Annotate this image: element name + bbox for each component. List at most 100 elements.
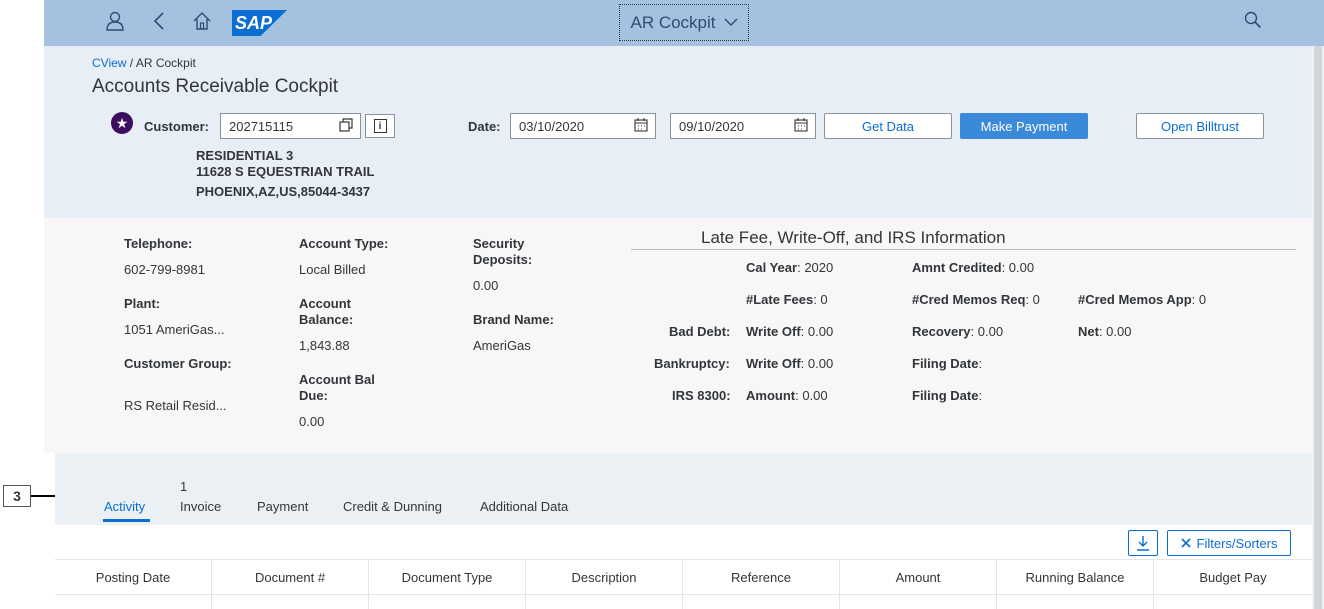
account-bal-due-label: Account Bal Due:: [299, 372, 375, 403]
table-header: Posting Date Document # Document Type De…: [55, 559, 1312, 595]
date-from-picker[interactable]: 03/10/2020: [510, 113, 656, 139]
late-fees-field: #Late Fees: 0: [746, 292, 828, 307]
bankruptcy-write-off-field: Write Off: 0.00: [746, 356, 833, 371]
download-button[interactable]: [1128, 530, 1158, 556]
bad-debt-label: Bad Debt:: [669, 324, 731, 339]
search-icon[interactable]: [1244, 11, 1262, 34]
amnt-credited-field: Amnt Credited: 0.00: [912, 260, 1034, 275]
calendar-icon[interactable]: [794, 118, 808, 135]
net-label: Net: [1078, 324, 1099, 339]
customer-group-label: Customer Group:: [124, 356, 232, 371]
tab-credit-dunning[interactable]: Credit & Dunning: [343, 499, 442, 514]
date-to-value: 09/10/2020: [679, 118, 745, 134]
active-tab-indicator: [103, 519, 150, 522]
column-header-document-type[interactable]: Document Type: [369, 560, 526, 594]
irs-amount-value: : 0.00: [795, 388, 828, 403]
breadcrumb: CView / AR Cockpit: [92, 56, 196, 70]
column-header-amount[interactable]: Amount: [840, 560, 997, 594]
security-deposits-label: Security Deposits:: [473, 236, 533, 267]
cred-memos-app-label: #Cred Memos App: [1078, 292, 1192, 307]
filters-sorters-label: Filters/Sorters: [1196, 535, 1278, 551]
account-balance-value: 1,843.88: [299, 338, 350, 353]
customer-value: 202715115: [229, 118, 294, 134]
cred-memos-app-value: : 0: [1191, 292, 1207, 307]
amnt-credited-value: : 0.00: [1001, 260, 1035, 275]
calendar-icon[interactable]: [634, 118, 648, 135]
bankruptcy-label: Bankruptcy:: [654, 356, 730, 371]
tab-invoice[interactable]: Invoice: [180, 499, 221, 514]
column-header-reference[interactable]: Reference: [683, 560, 840, 594]
value-help-icon[interactable]: [339, 118, 353, 135]
tab-payment[interactable]: Payment: [257, 499, 308, 514]
date-to-picker[interactable]: 09/10/2020: [670, 113, 816, 139]
recovery-value: : 0.00: [970, 324, 1004, 339]
telephone-value: 602-799-8981: [124, 262, 205, 277]
page-title: Accounts Receivable Cockpit: [92, 76, 339, 97]
date-label: Date:: [468, 119, 501, 134]
get-data-button[interactable]: Get Data: [824, 113, 952, 139]
account-bal-due-value: 0.00: [299, 414, 325, 429]
app-title-menu[interactable]: AR Cockpit: [619, 4, 749, 41]
plant-label: Plant:: [124, 296, 161, 311]
amnt-credited-label: Amnt Credited: [912, 260, 1002, 275]
irs-filing-date-field: Filing Date:: [912, 388, 982, 403]
filing-date-label: Filing Date: [912, 388, 979, 403]
bad-debt-write-off-field: Write Off: 0.00: [746, 324, 833, 339]
make-payment-button[interactable]: Make Payment: [960, 113, 1088, 139]
filing-date-label: Filing Date: [912, 356, 979, 371]
account-type-value: Local Billed: [299, 262, 366, 277]
telephone-label: Telephone:: [124, 236, 193, 251]
customer-group-value: RS Retail Resid...: [124, 398, 227, 413]
write-off-label: Write Off: [746, 356, 801, 371]
net-field: Net: 0.00: [1078, 324, 1131, 339]
tab-activity[interactable]: Activity: [104, 499, 145, 514]
customer-input[interactable]: 202715115: [220, 113, 361, 139]
filters-sorters-button[interactable]: Filters/Sorters: [1167, 530, 1291, 556]
recovery-field: Recovery: 0.00: [912, 324, 1003, 339]
column-header-document-number[interactable]: Document #: [212, 560, 369, 594]
download-icon: [1137, 536, 1149, 551]
back-icon[interactable]: [152, 11, 166, 36]
tab-bar: [55, 453, 1312, 526]
cred-memos-req-label: #Cred Memos Req: [912, 292, 1026, 307]
cred-memos-app-field: #Cred Memos App: 0: [1078, 292, 1206, 307]
column-header-posting-date[interactable]: Posting Date: [55, 560, 212, 594]
column-header-budget-pay[interactable]: Budget Pay: [1154, 560, 1312, 594]
open-billtrust-button[interactable]: Open Billtrust: [1136, 113, 1264, 139]
close-icon: [1180, 538, 1191, 548]
table-row[interactable]: [55, 593, 1312, 609]
home-icon[interactable]: [192, 11, 212, 36]
callout-label: 3: [3, 485, 31, 507]
address-line-3: PHOENIX,AZ,US,85044-3437: [196, 184, 371, 199]
breadcrumb-separator: /: [126, 56, 136, 70]
recovery-label: Recovery: [912, 324, 971, 339]
amount-label: Amount: [746, 388, 796, 403]
bankruptcy-filing-date-field: Filing Date:: [912, 356, 982, 371]
column-header-description[interactable]: Description: [526, 560, 683, 594]
late-fee-section-title: Late Fee, Write-Off, and IRS Information: [701, 228, 1006, 247]
user-icon[interactable]: [106, 11, 124, 36]
section-divider: [631, 249, 1296, 250]
tab-additional-data[interactable]: Additional Data: [480, 499, 568, 514]
invoice-count-badge: 1: [180, 479, 188, 494]
address-line-2: 11628 S EQUESTRIAN TRAIL: [196, 164, 375, 179]
cal-year-label: Cal Year: [746, 260, 798, 275]
account-balance-label: Account Balance:: [299, 296, 354, 327]
breadcrumb-current: AR Cockpit: [135, 56, 196, 70]
irs-8300-label: IRS 8300:: [672, 388, 731, 403]
chevron-down-icon: [724, 18, 738, 26]
account-type-label: Account Type:: [299, 236, 389, 251]
app-title: AR Cockpit: [630, 12, 716, 32]
favorite-star-icon[interactable]: ★: [111, 112, 133, 134]
irs-amount-field: Amount: 0.00: [746, 388, 828, 403]
column-header-running-balance[interactable]: Running Balance: [997, 560, 1154, 594]
breadcrumb-link-cview[interactable]: CView: [92, 56, 126, 70]
brand-name-label: Brand Name:: [473, 312, 554, 327]
bad-debt-write-off-value: : 0.00: [800, 324, 834, 339]
scrollbar-thumb[interactable]: [1314, 46, 1322, 609]
cal-year-field: Cal Year: 2020: [746, 260, 833, 275]
net-value: : 0.00: [1098, 324, 1132, 339]
customer-info-button[interactable]: i: [365, 114, 395, 138]
cred-memos-req-field: #Cred Memos Req: 0: [912, 292, 1040, 307]
security-deposits-value: 0.00: [473, 278, 499, 293]
